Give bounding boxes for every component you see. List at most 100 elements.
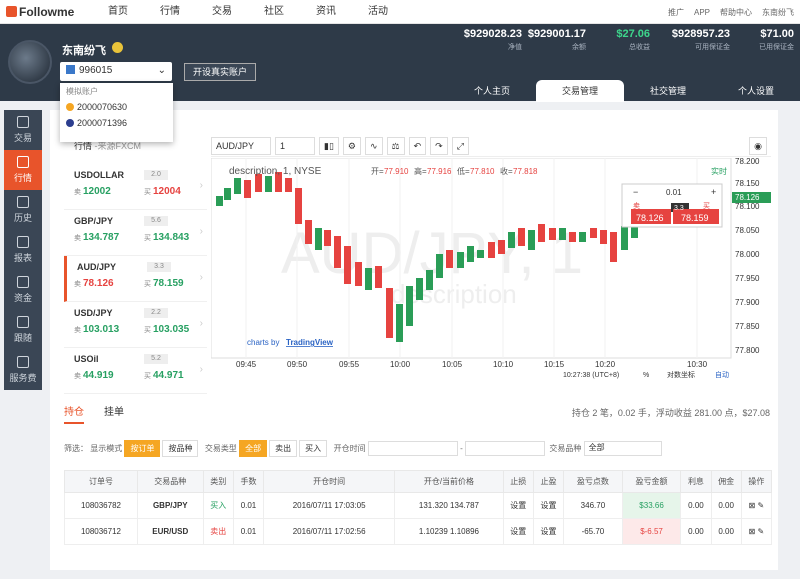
gear-icon[interactable]: ⚙ <box>342 136 361 155</box>
sidebar-item-follow[interactable]: 跟随 <box>4 310 42 350</box>
dropdown-item[interactable]: 2000071396 <box>66 118 167 128</box>
top-right-links: 推广 APP 帮助中心 东南纷飞 <box>658 0 794 24</box>
symbol-select[interactable]: AUD/JPY <box>211 136 271 155</box>
svg-text:78.126: 78.126 <box>636 213 664 223</box>
table-row[interactable]: 108036782 GBP/JPY 买入 0.01 2016/07/11 17:03:0… <box>64 492 773 519</box>
stoploss-set[interactable]: 设置 <box>502 492 534 519</box>
candle <box>549 228 556 240</box>
indicators-icon[interactable]: ∿ <box>364 136 383 155</box>
filter-buy[interactable]: 买入 <box>299 440 328 457</box>
undo-icon[interactable]: ↶ <box>408 136 427 155</box>
candle <box>457 252 464 268</box>
y-tick-label: 78.126 <box>735 193 760 202</box>
table-row[interactable]: 108036712 EUR/USD 卖出 0.01 2016/07/11 17:02:5… <box>64 518 773 545</box>
promote-link[interactable]: 推广 <box>668 7 684 18</box>
sidebar-item-history[interactable]: 历史 <box>4 190 42 230</box>
tab-profile[interactable]: 个人主页 <box>448 80 536 102</box>
app-link[interactable]: APP <box>694 8 710 17</box>
open-real-account-button[interactable]: 开设真实账户 <box>184 63 256 81</box>
candle <box>305 220 312 244</box>
nav-trade[interactable]: 交易 <box>196 0 248 24</box>
stoploss-set[interactable]: 设置 <box>502 518 534 545</box>
svg-text:对数坐标: 对数坐标 <box>667 370 695 379</box>
takeprofit-set[interactable]: 设置 <box>532 492 565 519</box>
candle <box>621 226 628 250</box>
symbol-filter-select[interactable]: 全部 <box>583 441 662 456</box>
svg-text:3.3: 3.3 <box>674 205 684 212</box>
candle <box>467 246 474 262</box>
svg-text:+: + <box>711 187 716 197</box>
chevron-down-icon: ⌄ <box>157 65 166 76</box>
filter-by-order[interactable]: 按订单 <box>124 440 161 457</box>
filter-by-symbol[interactable]: 按品种 <box>162 440 199 457</box>
candle <box>426 270 433 290</box>
tab-positions[interactable]: 持仓 <box>64 403 84 424</box>
brand-logo[interactable]: Followme <box>6 5 74 19</box>
sidebar-item-market[interactable]: 行情 <box>4 150 42 190</box>
watchlist-item[interactable]: GBP/JPY 5.6 卖 134.787 买 134.843 › <box>64 210 207 256</box>
x-tick-label: 10:15 <box>544 360 565 369</box>
tab-trade-management[interactable]: 交易管理 <box>536 80 624 102</box>
candle <box>265 176 272 192</box>
y-tick-label: 77.850 <box>735 322 760 331</box>
svg-text:低=: 低= <box>457 166 470 176</box>
svg-text:自动: 自动 <box>715 370 729 379</box>
start-date-input[interactable] <box>367 441 458 456</box>
account-select[interactable]: 996015 ⌄ <box>60 62 172 81</box>
user-menu[interactable]: 东南纷飞 <box>762 7 794 18</box>
filter-bar: 筛选： 显示模式 按订单 按品种 交易类型 全部 卖出 买入 开仓时间 - 交易… <box>64 440 662 457</box>
x-tick-label: 09:45 <box>236 360 257 369</box>
redo-icon[interactable]: ↷ <box>430 136 448 155</box>
svg-text:78.159: 78.159 <box>681 213 709 223</box>
candle <box>488 242 495 258</box>
svg-text:−: − <box>633 187 638 197</box>
svg-text:77.916: 77.916 <box>427 167 452 176</box>
camera-icon[interactable]: ◉ <box>749 136 767 155</box>
tab-pending[interactable]: 挂单 <box>104 403 124 424</box>
nav-home[interactable]: 首页 <box>92 0 144 24</box>
tab-social[interactable]: 社交管理 <box>624 80 712 102</box>
nav-market[interactable]: 行情 <box>144 0 196 24</box>
tradingview-link[interactable]: TradingView <box>286 338 334 347</box>
svg-text:charts by: charts by <box>247 338 279 347</box>
watchlist-item[interactable]: USD/JPY 2.2 卖 103.013 买 103.035 › <box>64 302 207 348</box>
sidebar-item-report[interactable]: 报表 <box>4 230 42 270</box>
price-chart[interactable]: AUD/JPY, 1 description description, 1, N… <box>211 158 771 382</box>
nav-events[interactable]: 活动 <box>352 0 404 24</box>
dropdown-item[interactable]: 2000070630 <box>66 102 167 112</box>
candle <box>498 240 505 254</box>
candle <box>508 232 515 248</box>
candle <box>224 188 231 200</box>
interval-select[interactable]: 1 <box>275 136 315 155</box>
sidebar-item-trade[interactable]: 交易 <box>4 110 42 150</box>
svg-text:%: % <box>643 372 649 379</box>
avatar[interactable] <box>8 40 52 84</box>
candle <box>600 230 607 244</box>
fullscreen-icon[interactable]: ⤢ <box>451 136 469 155</box>
chart-type-button[interactable]: ▮▯ <box>319 136 339 155</box>
candle <box>579 232 586 242</box>
filter-all[interactable]: 全部 <box>239 440 268 457</box>
filter-sell[interactable]: 卖出 <box>269 440 298 457</box>
nav-news[interactable]: 资讯 <box>300 0 352 24</box>
top-bar: Followme 首页 行情 交易 社区 资讯 活动 推广 APP 帮助中心 东… <box>0 0 800 24</box>
main-nav: 首页 行情 交易 社区 资讯 活动 <box>92 0 404 24</box>
help-link[interactable]: 帮助中心 <box>720 7 752 18</box>
order-panel[interactable]: − 0.01 + 卖 买 3.3 78.126 78.159 <box>621 183 723 228</box>
nav-community[interactable]: 社区 <box>248 0 300 24</box>
sidebar-item-fees[interactable]: 服务费 <box>4 350 42 390</box>
sidebar-item-funds[interactable]: 资金 <box>4 270 42 310</box>
tab-settings[interactable]: 个人设置 <box>712 80 800 102</box>
close-icon[interactable]: ⊠ ✎ <box>740 518 773 545</box>
watchlist-item[interactable]: USOil 5.2 卖 44.919 买 44.971 › <box>64 348 207 394</box>
close-icon[interactable]: ⊠ ✎ <box>740 492 773 519</box>
x-tick-label: 10:00 <box>390 360 411 369</box>
candle <box>446 250 453 268</box>
watchlist-item[interactable]: USDOLLAR 2.0 卖 12002 买 12004 › <box>64 164 207 210</box>
candle <box>538 224 545 242</box>
compare-icon[interactable]: ⚖ <box>386 136 405 155</box>
candle <box>234 178 241 194</box>
takeprofit-set[interactable]: 设置 <box>532 518 565 545</box>
watchlist-item-selected[interactable]: AUD/JPY 3.3 卖 78.126 买 78.159 › <box>64 256 207 302</box>
end-date-input[interactable] <box>464 441 545 456</box>
